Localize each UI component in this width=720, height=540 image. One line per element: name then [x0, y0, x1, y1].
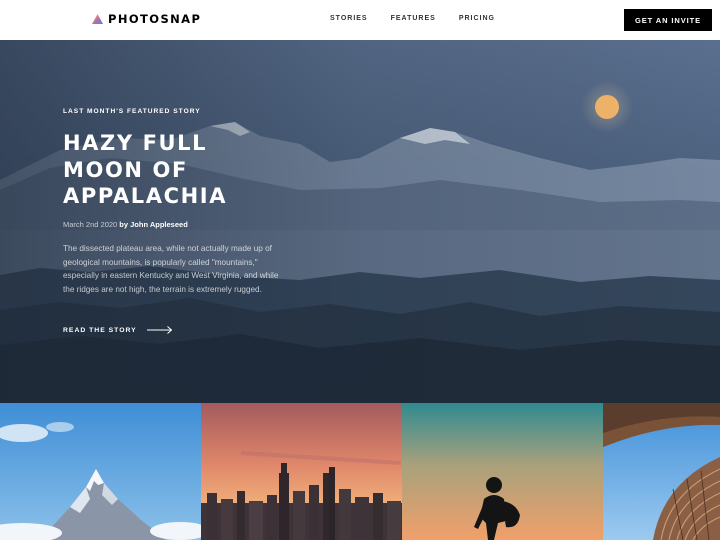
- city-photo: [201, 403, 402, 540]
- story-meta: March 2nd 2020 by John Appleseed: [63, 220, 188, 229]
- photosnap-logo-icon: [92, 14, 103, 24]
- story-tile-city[interactable]: [201, 403, 402, 540]
- architecture-photo: [603, 403, 720, 540]
- arrow-right-icon: [146, 326, 172, 334]
- story-title: HAZY FULL MOON OF APPALACHIA: [63, 131, 228, 208]
- nav-link-pricing[interactable]: PRICING: [459, 15, 495, 22]
- brand-logo[interactable]: PHOTOSNAP: [92, 12, 201, 26]
- story-tiles: [0, 403, 720, 540]
- story-description: The dissected plateau area, while not ac…: [63, 244, 279, 294]
- story-tile-architecture[interactable]: [603, 403, 720, 540]
- featured-eyebrow: LAST MONTH'S FEATURED STORY: [63, 108, 201, 115]
- story-tile-hiker[interactable]: [402, 403, 603, 540]
- nav-link-features[interactable]: FEATURES: [391, 15, 436, 22]
- get-invite-button[interactable]: GET AN INVITE: [624, 9, 712, 31]
- hiker-photo: [402, 403, 603, 540]
- brand-name: PHOTOSNAP: [108, 12, 202, 26]
- story-author: by John Appleseed: [119, 220, 188, 229]
- mountain-photo: [0, 403, 201, 540]
- featured-story-hero: LAST MONTH'S FEATURED STORY HAZY FULL MO…: [0, 40, 720, 403]
- nav-link-stories[interactable]: STORIES: [330, 15, 368, 22]
- read-story-link[interactable]: READ THE STORY: [63, 326, 173, 334]
- site-header: PHOTOSNAP STORIES FEATURES PRICING GET A…: [0, 0, 720, 40]
- read-story-label: READ THE STORY: [63, 326, 137, 334]
- story-date: March 2nd 2020: [63, 220, 118, 229]
- main-nav: STORIES FEATURES PRICING: [330, 15, 495, 22]
- story-tile-mountain[interactable]: [0, 403, 201, 540]
